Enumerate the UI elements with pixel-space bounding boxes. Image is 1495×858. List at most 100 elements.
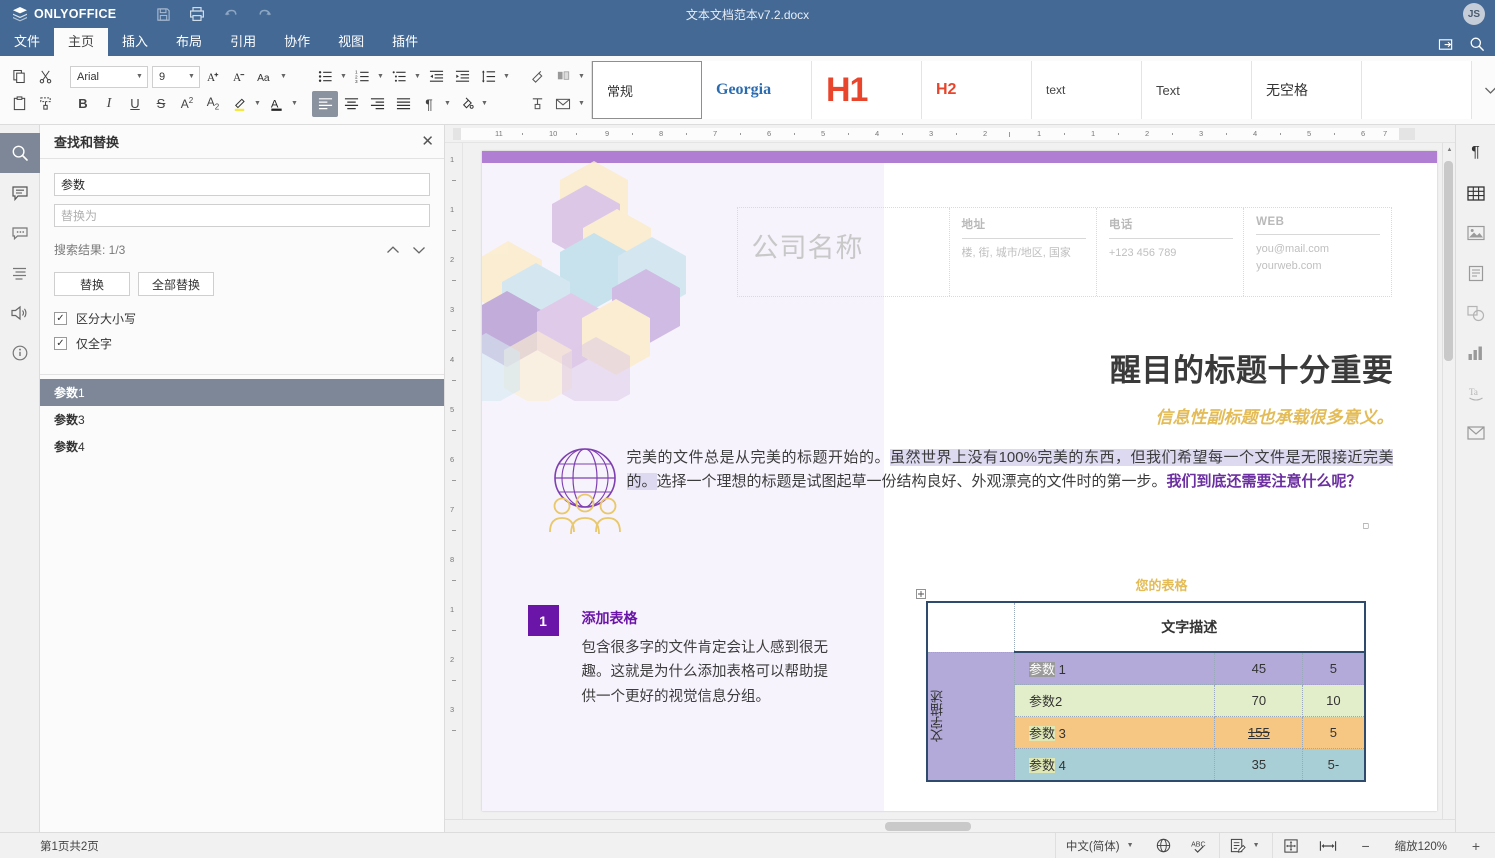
fit-page-button[interactable] [1272,833,1309,858]
tab-plugins[interactable]: 插件 [378,28,432,56]
document-scroll-region[interactable]: 公司名称 地址 楼, 街, 城市/地区, 国家 电话 +123 456 789 [463,143,1455,832]
sidebar-item-comments[interactable] [0,173,40,213]
table-cell-name[interactable]: 参数 4 [1015,749,1215,782]
bullet-list-icon[interactable] [312,64,338,90]
zoom-in-icon[interactable]: + [1467,838,1485,854]
chevron-down-icon[interactable]: ▼ [338,73,349,80]
mail-merge-icon[interactable] [550,91,576,117]
strikethrough-icon[interactable]: S [148,91,174,117]
highlight-color-icon[interactable] [226,91,252,117]
zoom-out-button[interactable]: − [1347,833,1385,858]
table-move-handle-icon[interactable] [916,589,926,599]
italic-icon[interactable]: I [96,91,122,117]
text-box-settings-icon[interactable] [1456,253,1495,293]
chevron-down-icon[interactable]: ▼ [576,100,587,107]
replace-button[interactable]: 替换 [54,272,130,296]
columns-icon[interactable] [550,64,576,90]
chevron-down-icon[interactable]: ▼ [252,100,263,107]
tab-collaboration[interactable]: 协作 [270,28,324,56]
table-cell-value[interactable]: 5- [1303,749,1365,782]
table-cell-value[interactable]: 5 [1303,717,1365,749]
tab-file[interactable]: 文件 [0,28,54,56]
zoom-out-icon[interactable]: − [1357,838,1375,854]
tab-layout[interactable]: 布局 [162,28,216,56]
clear-style-icon[interactable] [524,64,550,90]
list-item[interactable]: 参数 1 [40,379,444,406]
body-paragraph[interactable]: 完美的文件总是从完美的标题开始的。虽然世界上没有100%完美的东西，但我们希望每… [627,446,1394,495]
font-size-select[interactable]: 9 ▼ [152,66,200,88]
image-settings-icon[interactable] [1456,213,1495,253]
style-text-lower[interactable]: text [1032,61,1142,119]
table-cell-name[interactable]: 参数 3 [1015,717,1215,749]
style-empty[interactable] [1362,61,1472,119]
align-right-icon[interactable] [364,91,390,117]
sidebar-item-chat[interactable] [0,213,40,253]
vertical-scroll-thumb[interactable] [1444,161,1453,361]
chevron-down-icon[interactable]: ▼ [442,100,453,107]
chevron-down-icon[interactable]: ▼ [1251,842,1262,849]
language-globe-icon[interactable] [1146,833,1181,858]
style-heading-2[interactable]: H2 [922,61,1032,119]
increase-font-size-icon[interactable]: A [200,64,226,90]
bold-icon[interactable]: B [70,91,96,117]
table-cell-name[interactable]: 参数 1 [1015,652,1215,685]
horizontal-scroll-thumb[interactable] [885,822,971,831]
spellcheck-icon[interactable]: ABC [1181,833,1219,858]
copy-icon[interactable] [6,64,32,90]
ruler-strip[interactable]: 11 10 9 8 7 6 5 4 3 2 1 1 2 3 4 5 6 [453,128,1415,140]
table-cell-value[interactable]: 155 [1215,717,1303,749]
chevron-down-icon[interactable]: ▼ [1125,842,1136,849]
style-text-upper[interactable]: Text [1142,61,1252,119]
text-art-settings-icon[interactable]: Ta [1456,373,1495,413]
chevron-down-icon[interactable]: ▼ [501,73,512,80]
vertical-scrollbar[interactable]: ▲ ▼ [1442,143,1455,832]
style-heading-1[interactable]: H1 [812,61,922,119]
superscript-icon[interactable]: A2 [174,91,200,117]
chevron-down-icon[interactable]: ▼ [289,100,300,107]
format-painter-icon[interactable] [32,91,58,117]
next-result-icon[interactable] [412,245,426,255]
sidebar-item-headings[interactable] [0,253,40,293]
close-icon[interactable]: ✕ [421,134,434,149]
cut-icon[interactable] [32,64,58,90]
horizontal-scrollbar[interactable] [445,819,1455,832]
tab-home[interactable]: 主页 [54,28,108,56]
style-no-spacing[interactable]: 无空格 [1252,61,1362,119]
replace-input[interactable] [54,204,430,227]
numbered-list-icon[interactable]: 123 [349,64,375,90]
chevron-down-icon[interactable]: ▼ [576,73,587,80]
font-family-select[interactable]: Arial ▼ [70,66,148,88]
company-header-table[interactable]: 公司名称 地址 楼, 街, 城市/地区, 国家 电话 +123 456 789 [737,207,1392,297]
font-color-icon[interactable]: A [263,91,289,117]
redo-icon[interactable] [248,0,282,28]
sidebar-item-about[interactable] [0,333,40,373]
decrease-font-size-icon[interactable]: A [226,64,252,90]
chevron-down-icon[interactable]: ▼ [412,73,423,80]
checkbox-checked-icon[interactable]: ✓ [54,337,67,350]
expand-styles-button[interactable] [1472,61,1495,119]
document-page[interactable]: 公司名称 地址 楼, 街, 城市/地区, 国家 电话 +123 456 789 [482,151,1437,811]
align-justify-icon[interactable] [390,91,416,117]
option-case-sensitive[interactable]: ✓ 区分大小写 [54,310,430,327]
sidebar-item-search[interactable] [0,133,40,173]
replace-all-button[interactable]: 全部替换 [138,272,214,296]
paragraph-marks-icon[interactable]: ¶ [416,91,442,117]
tab-references[interactable]: 引用 [216,28,270,56]
table-cell-name[interactable]: 参数2 [1015,685,1215,717]
vertical-ruler[interactable]: 1 1 2 3 4 5 6 7 8 1 2 3 [445,143,463,832]
chevron-down-icon[interactable]: ▼ [134,73,145,80]
undo-icon[interactable] [214,0,248,28]
table-cell-value[interactable]: 10 [1303,685,1365,717]
chevron-down-icon[interactable]: ▼ [278,73,289,80]
horizontal-ruler[interactable]: 11 10 9 8 7 6 5 4 3 2 1 1 2 3 4 5 6 [445,125,1455,143]
increase-indent-icon[interactable] [449,64,475,90]
table-cell-value[interactable]: 45 [1215,652,1303,685]
style-normal[interactable]: 常规 [592,61,702,119]
tab-insert[interactable]: 插入 [108,28,162,56]
style-georgia[interactable]: Georgia [702,61,812,119]
paste-icon[interactable] [6,91,32,117]
table-cell-value[interactable]: 70 [1215,685,1303,717]
table-cell-value[interactable]: 35 [1215,749,1303,782]
line-spacing-icon[interactable] [475,64,501,90]
change-case-icon[interactable]: Aa [252,64,278,90]
